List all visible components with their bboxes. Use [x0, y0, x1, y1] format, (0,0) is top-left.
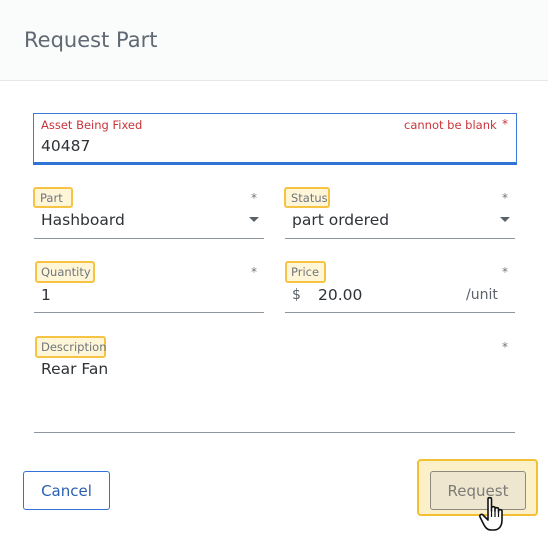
- asset-error-message: cannot be blank: [404, 118, 497, 132]
- price-label: Price: [291, 265, 320, 279]
- description-underline: [34, 432, 515, 433]
- price-underline: [285, 312, 515, 313]
- dialog-title: Request Part: [24, 28, 158, 52]
- price-currency: $: [292, 287, 301, 303]
- status-select[interactable]: part ordered: [292, 211, 389, 229]
- asset-label: Asset Being Fixed: [41, 118, 143, 132]
- price-input[interactable]: 20.00: [318, 286, 362, 304]
- price-unit: /unit: [466, 287, 498, 303]
- quantity-required-mark: *: [251, 265, 257, 279]
- part-label: Part: [40, 191, 63, 205]
- status-underline: [285, 238, 515, 239]
- chevron-down-icon[interactable]: [500, 217, 510, 222]
- quantity-input[interactable]: 1: [41, 286, 51, 304]
- cancel-button[interactable]: Cancel: [23, 471, 110, 510]
- status-required-mark: *: [502, 191, 508, 205]
- hand-pointer-icon: [478, 496, 503, 531]
- description-label: Description: [41, 340, 107, 354]
- price-required-mark: *: [502, 265, 508, 279]
- description-required-mark: *: [502, 340, 508, 354]
- part-underline: [34, 238, 264, 239]
- quantity-underline: [34, 312, 264, 313]
- asset-input[interactable]: 40487: [41, 137, 90, 155]
- part-select[interactable]: Hashboard: [41, 211, 125, 229]
- chevron-down-icon[interactable]: [249, 217, 259, 222]
- quantity-label: Quantity: [41, 265, 91, 279]
- description-textarea[interactable]: Rear Fan: [41, 360, 108, 378]
- part-required-mark: *: [251, 191, 257, 205]
- asset-required-mark: *: [502, 117, 508, 131]
- request-part-dialog: Request Part Asset Being Fixed cannot be…: [0, 0, 548, 540]
- status-label: Status: [291, 191, 328, 205]
- dialog-header: Request Part: [0, 0, 548, 81]
